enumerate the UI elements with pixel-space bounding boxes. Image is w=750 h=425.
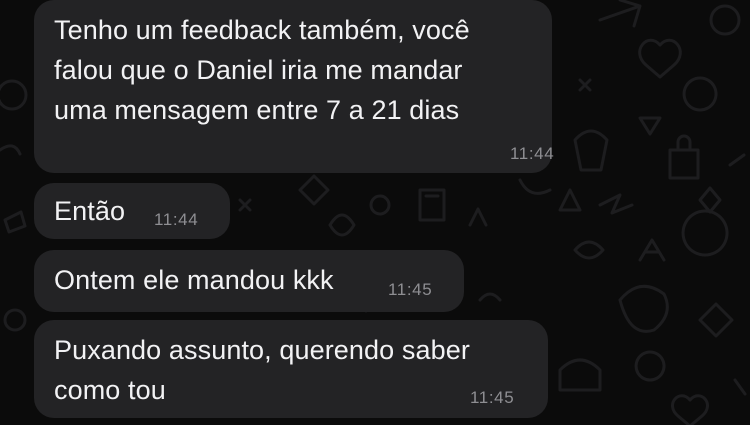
circle2-doodle-icon — [634, 350, 666, 382]
globe-doodle-icon — [682, 76, 718, 112]
chat-background: Tenho um feedback também, você falou que… — [0, 0, 750, 425]
circle-doodle-icon — [3, 308, 27, 332]
message-timestamp: 11:45 — [470, 388, 515, 407]
moon-doodle-icon — [681, 209, 729, 257]
ice-cream-doodle-icon — [573, 129, 609, 172]
face-doodle-icon — [709, 4, 741, 36]
message-timestamp: 11:44 — [510, 144, 555, 163]
dash-doodle-icon — [733, 378, 747, 396]
message-text: Tenho um feedback também, você falou que… — [54, 15, 470, 125]
lock-doodle-icon — [668, 134, 700, 180]
spark-doodle-icon — [578, 78, 592, 92]
message-bubble[interactable]: Então 11:44 — [34, 183, 230, 239]
squiggle-doodle-icon — [0, 144, 22, 156]
message-timestamp: 11:45 — [388, 280, 433, 299]
message-timestamp: 11:44 — [154, 210, 199, 229]
rock-hand-doodle-icon — [638, 238, 666, 262]
message-bubble[interactable]: Ontem ele mandou kkk 11:45 — [34, 250, 464, 312]
kite-doodle-icon — [698, 186, 722, 214]
smiley-doodle-icon — [0, 79, 28, 111]
arc-doodle-icon — [478, 292, 502, 302]
cup-doodle-icon — [558, 358, 602, 392]
line-doodle-icon — [728, 153, 746, 167]
diamond-doodle-icon — [298, 174, 330, 206]
leaf-doodle-icon — [328, 213, 356, 237]
heart2-doodle-icon — [671, 394, 709, 425]
eye-doodle-icon — [573, 240, 605, 260]
message-text: Então — [54, 196, 126, 226]
message-bubble[interactable]: Puxando assunto, querendo saber como tou… — [34, 320, 548, 418]
play-doodle-icon — [638, 116, 662, 136]
pencil-doodle-icon — [598, 0, 642, 28]
heart-doodle-icon — [638, 38, 682, 79]
small-circle-doodle-icon — [369, 194, 391, 216]
cone-doodle-icon — [558, 188, 582, 212]
square-doodle-icon — [698, 302, 734, 338]
message-text: Puxando assunto, querendo saber como tou — [54, 335, 470, 405]
message-text: Ontem ele mandou kkk — [54, 265, 334, 295]
helmet-doodle-icon — [618, 284, 669, 333]
cross-doodle-icon — [238, 198, 252, 212]
tag-doodle-icon — [3, 210, 27, 234]
triangle-doodle-icon — [468, 207, 488, 227]
message-bubble[interactable]: Tenho um feedback também, você falou que… — [34, 0, 555, 173]
lightning-doodle-icon — [598, 193, 634, 215]
bottle-doodle-icon — [418, 188, 446, 222]
curve-doodle-icon — [518, 178, 552, 195]
